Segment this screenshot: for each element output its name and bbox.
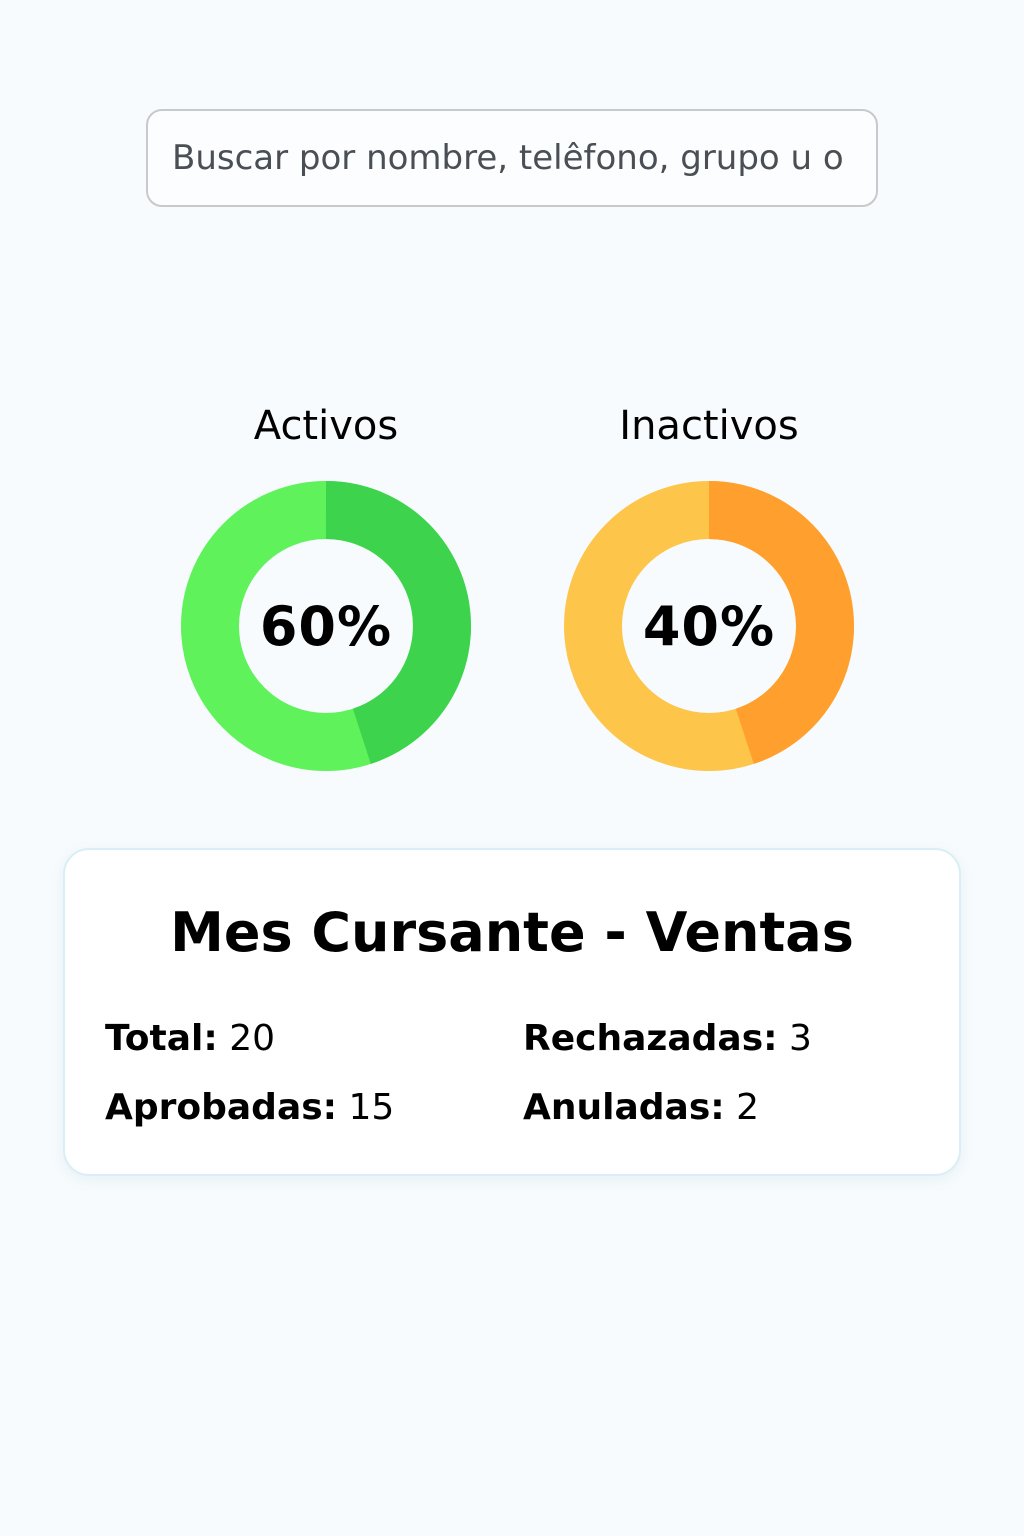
inactivos-percent-label: 40%	[642, 594, 776, 658]
search-input[interactable]	[148, 111, 876, 205]
stat-rechazadas: Rechazadas: 3	[523, 1016, 812, 1062]
stat-anuladas-value: 2	[736, 1087, 759, 1128]
inactivos-title: Inactivos	[619, 403, 799, 449]
inactivos-donut: 40%	[563, 480, 855, 772]
stat-aprobadas-value: 15	[348, 1087, 395, 1128]
stat-total: Total: 20	[105, 1016, 275, 1062]
activos-title: Activos	[253, 403, 399, 449]
sales-summary-card: Mes Cursante - Ventas Total: 20 Rechazad…	[63, 848, 961, 1176]
stat-anuladas-label: Anuladas:	[523, 1087, 725, 1128]
inactivos-chart: Inactivos 40%	[559, 398, 859, 772]
activos-percent-label: 60%	[259, 594, 393, 658]
stat-rechazadas-value: 3	[788, 1018, 812, 1059]
stat-total-label: Total:	[105, 1018, 218, 1059]
stat-anuladas: Anuladas: 2	[523, 1085, 759, 1131]
stat-aprobadas: Aprobadas: 15	[105, 1085, 394, 1131]
search-box[interactable]	[146, 109, 878, 207]
activos-donut: 60%	[180, 480, 472, 772]
stat-total-value: 20	[229, 1018, 276, 1059]
activos-chart: Activos 60%	[176, 398, 476, 772]
card-title: Mes Cursante - Ventas	[170, 901, 854, 964]
stat-aprobadas-label: Aprobadas:	[105, 1087, 338, 1128]
stat-rechazadas-label: Rechazadas:	[523, 1018, 778, 1059]
